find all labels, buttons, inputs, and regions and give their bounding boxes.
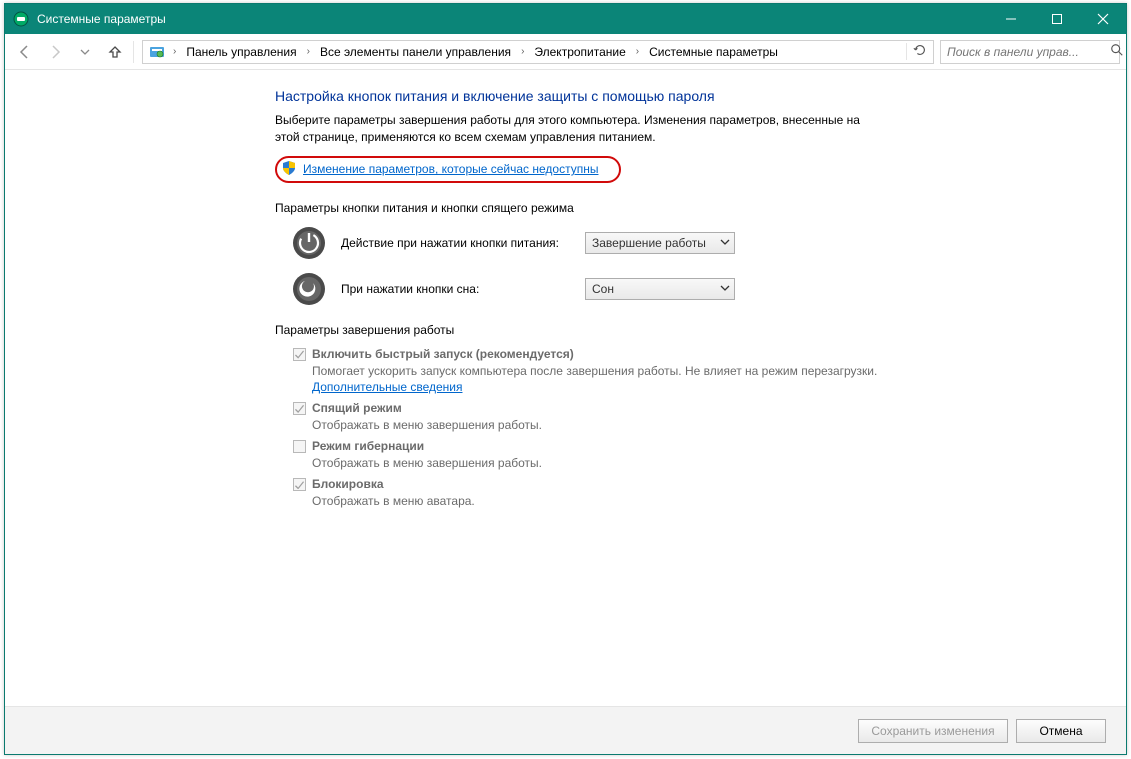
section-shutdown-settings: Параметры завершения работы <box>275 323 1110 337</box>
chevron-down-icon <box>720 236 730 250</box>
breadcrumb-item[interactable]: Все элементы панели управления <box>318 45 513 59</box>
footer: Сохранить изменения Отмена <box>5 706 1126 754</box>
search-icon[interactable] <box>1110 43 1124 60</box>
up-button[interactable] <box>101 38 129 66</box>
select-value: Сон <box>592 282 720 296</box>
sleep-description: Отображать в меню завершения работы. <box>312 417 893 433</box>
hibernate-description: Отображать в меню завершения работы. <box>312 455 893 471</box>
sleep-label: Спящий режим <box>312 401 402 415</box>
sleep-button-action-row: При нажатии кнопки сна: Сон <box>291 271 1110 307</box>
nav-separator <box>133 41 134 63</box>
refresh-button[interactable] <box>906 43 927 60</box>
maximize-button[interactable] <box>1034 4 1080 34</box>
window-title: Системные параметры <box>37 12 166 26</box>
sleep-button-label: При нажатии кнопки сна: <box>341 282 571 296</box>
search-input[interactable] <box>945 44 1106 60</box>
cancel-button[interactable]: Отмена <box>1016 719 1106 743</box>
control-panel-icon <box>149 44 165 60</box>
window: Системные параметры › <box>4 3 1127 755</box>
lock-label: Блокировка <box>312 477 384 491</box>
close-button[interactable] <box>1080 4 1126 34</box>
address-bar[interactable]: › Панель управления › Все элементы панел… <box>142 40 934 64</box>
change-unavailable-settings-link[interactable]: Изменение параметров, которые сейчас нед… <box>303 162 599 176</box>
lock-option: Блокировка Отображать в меню аватара. <box>293 477 893 509</box>
power-button-icon <box>291 225 327 261</box>
back-button[interactable] <box>11 38 39 66</box>
sleep-button-icon <box>291 271 327 307</box>
uac-link-highlight: Изменение параметров, которые сейчас нед… <box>275 156 621 183</box>
chevron-down-icon <box>720 282 730 296</box>
fast-startup-description: Помогает ускорить запуск компьютера посл… <box>312 363 893 395</box>
select-value: Завершение работы <box>592 236 720 250</box>
hibernate-checkbox[interactable] <box>293 440 306 453</box>
search-box[interactable] <box>940 40 1120 64</box>
power-button-action-row: Действие при нажатии кнопки питания: Зав… <box>291 225 1110 261</box>
page-title: Настройка кнопок питания и включение защ… <box>275 88 1110 104</box>
intro-text: Выберите параметры завершения работы для… <box>275 112 875 146</box>
hibernate-option: Режим гибернации Отображать в меню завер… <box>293 439 893 471</box>
content-area: Настройка кнопок питания и включение защ… <box>5 70 1126 706</box>
lock-description: Отображать в меню аватара. <box>312 493 893 509</box>
address-row: › Панель управления › Все элементы панел… <box>5 34 1126 70</box>
minimize-button[interactable] <box>988 4 1034 34</box>
fast-startup-label: Включить быстрый запуск (рекомендуется) <box>312 347 574 361</box>
recent-dropdown-icon[interactable] <box>71 38 99 66</box>
power-button-action-select[interactable]: Завершение работы <box>585 232 735 254</box>
chevron-right-icon[interactable]: › <box>169 46 180 57</box>
sleep-option: Спящий режим Отображать в меню завершени… <box>293 401 893 433</box>
power-button-label: Действие при нажатии кнопки питания: <box>341 236 571 250</box>
chevron-right-icon[interactable]: › <box>517 46 528 57</box>
power-options-icon <box>13 11 29 27</box>
shield-icon <box>281 160 297 179</box>
breadcrumb-item[interactable]: Системные параметры <box>647 45 780 59</box>
fast-startup-checkbox[interactable] <box>293 348 306 361</box>
titlebar: Системные параметры <box>5 4 1126 34</box>
forward-button[interactable] <box>41 38 69 66</box>
section-power-buttons: Параметры кнопки питания и кнопки спящег… <box>275 201 1110 215</box>
chevron-right-icon[interactable]: › <box>632 46 643 57</box>
more-info-link[interactable]: Дополнительные сведения <box>312 380 462 394</box>
lock-checkbox[interactable] <box>293 478 306 491</box>
breadcrumb-item[interactable]: Электропитание <box>532 45 627 59</box>
hibernate-label: Режим гибернации <box>312 439 424 453</box>
fast-startup-option: Включить быстрый запуск (рекомендуется) … <box>293 347 893 395</box>
sleep-button-action-select[interactable]: Сон <box>585 278 735 300</box>
chevron-right-icon[interactable]: › <box>303 46 314 57</box>
sleep-checkbox[interactable] <box>293 402 306 415</box>
save-button[interactable]: Сохранить изменения <box>858 719 1008 743</box>
breadcrumb-item[interactable]: Панель управления <box>184 45 298 59</box>
